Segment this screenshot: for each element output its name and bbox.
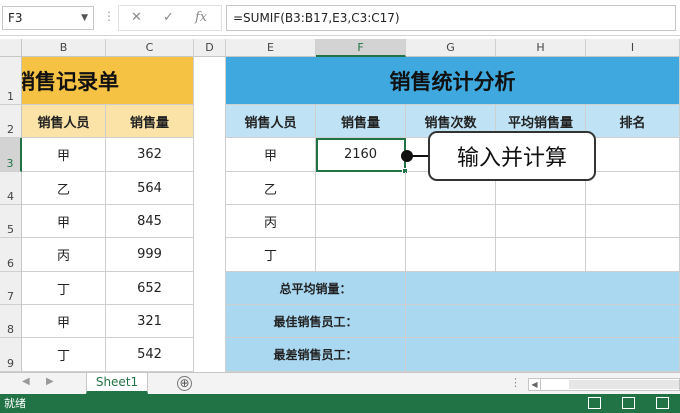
column-header-h[interactable]: H xyxy=(496,39,586,57)
name-box-value: F3 xyxy=(8,11,23,25)
right-header-sales[interactable]: 销售量 xyxy=(316,105,406,138)
scroll-right-icon[interactable]: ▶ xyxy=(46,376,54,387)
select-all-corner[interactable] xyxy=(0,39,22,57)
left-cell-person[interactable]: 丙 xyxy=(22,238,106,272)
left-cell-person[interactable]: 丁 xyxy=(22,338,106,372)
sheet-tab-sheet1[interactable]: Sheet1 xyxy=(86,373,148,394)
left-cell-sales[interactable]: 845 xyxy=(106,205,194,238)
column-header-e[interactable]: E xyxy=(226,39,316,57)
left-cell-person[interactable]: 甲 xyxy=(22,205,106,238)
summary-value-worst[interactable] xyxy=(406,338,680,372)
right-cell-rank[interactable] xyxy=(586,238,680,272)
row-header-5[interactable]: 5 xyxy=(0,205,22,238)
formula-input[interactable]: =SUMIF(B3:B17,E3,C3:C17) xyxy=(226,5,676,31)
chevron-down-icon[interactable]: ▼ xyxy=(81,7,88,29)
page-layout-view-icon[interactable] xyxy=(622,397,635,409)
left-cell-sales[interactable]: 362 xyxy=(106,138,194,172)
right-cell-person[interactable]: 丁 xyxy=(226,238,316,272)
sheet-tab-bar: ◀ ▶ Sheet1 ⊕ ⋮ ◀ xyxy=(0,372,680,394)
right-cell-sales-selected[interactable]: 2160 xyxy=(316,138,406,172)
callout-line xyxy=(410,155,430,157)
summary-label-worst[interactable]: 最差销售员工： xyxy=(226,338,406,372)
right-cell-average[interactable] xyxy=(496,205,586,238)
column-header-d[interactable]: D xyxy=(194,39,226,57)
summary-label-average[interactable]: 总平均销量： xyxy=(226,272,406,305)
left-cell-sales[interactable]: 321 xyxy=(106,305,194,338)
horizontal-scrollbar[interactable]: ◀ xyxy=(528,378,680,391)
summary-label-best[interactable]: 最佳销售员工： xyxy=(226,305,406,338)
left-header-salesperson[interactable]: 销售人员 xyxy=(22,105,106,138)
scroll-left-arrow-icon[interactable]: ◀ xyxy=(529,379,541,390)
left-table-title[interactable]: 销售记录单 xyxy=(22,57,194,105)
summary-value-average[interactable] xyxy=(406,272,680,305)
row-header-3[interactable]: 3 xyxy=(0,138,22,172)
page-break-view-icon[interactable] xyxy=(656,397,669,409)
scrollbar-thumb[interactable] xyxy=(569,380,679,389)
column-d-empty[interactable] xyxy=(194,57,226,372)
left-cell-person[interactable]: 甲 xyxy=(22,305,106,338)
column-header-c[interactable]: C xyxy=(106,39,194,57)
left-cell-sales[interactable]: 652 xyxy=(106,272,194,305)
cancel-icon[interactable]: ✕ xyxy=(131,10,142,25)
right-cell-person[interactable]: 甲 xyxy=(226,138,316,172)
right-table-title[interactable]: 销售统计分析 xyxy=(226,57,680,105)
right-cell-sales[interactable] xyxy=(316,205,406,238)
normal-view-icon[interactable] xyxy=(588,397,601,409)
formula-buttons: ✕ ✓ fx xyxy=(118,5,222,31)
left-cell-person[interactable]: 甲 xyxy=(22,138,106,172)
column-header-i[interactable]: I xyxy=(586,39,680,57)
left-cell-person[interactable]: 丁 xyxy=(22,272,106,305)
right-cell-rank[interactable] xyxy=(586,205,680,238)
status-bar: 就绪 xyxy=(0,394,680,413)
right-cell-count[interactable] xyxy=(406,205,496,238)
left-cell-person[interactable]: 乙 xyxy=(22,172,106,205)
right-cell-person[interactable]: 乙 xyxy=(226,172,316,205)
right-header-rank[interactable]: 排名 xyxy=(586,105,680,138)
right-cell-count[interactable] xyxy=(406,238,496,272)
row-header-6[interactable]: 6 xyxy=(0,238,22,272)
column-header-g[interactable]: G xyxy=(406,39,496,57)
more-options-icon[interactable]: ⋮ xyxy=(103,9,115,23)
add-sheet-icon[interactable]: ⊕ xyxy=(177,376,192,391)
left-cell-sales[interactable]: 564 xyxy=(106,172,194,205)
enter-icon[interactable]: ✓ xyxy=(163,10,174,25)
left-cell-sales[interactable]: 999 xyxy=(106,238,194,272)
tab-split-handle-icon[interactable]: ⋮ xyxy=(510,376,521,389)
right-cell-sales[interactable] xyxy=(316,238,406,272)
row-header-7[interactable]: 7 xyxy=(0,272,22,305)
column-header-f[interactable]: F xyxy=(316,39,406,57)
right-cell-person[interactable]: 丙 xyxy=(226,205,316,238)
name-box[interactable]: F3 ▼ xyxy=(2,6,94,30)
right-header-salesperson[interactable]: 销售人员 xyxy=(226,105,316,138)
row-header-8[interactable]: 8 xyxy=(0,305,22,338)
callout-box: 输入并计算 xyxy=(428,131,596,181)
scroll-left-icon[interactable]: ◀ xyxy=(22,376,30,387)
row-header-1[interactable]: 1 xyxy=(0,57,22,105)
column-header-b[interactable]: B xyxy=(22,39,106,57)
left-header-sales[interactable]: 销售量 xyxy=(106,105,194,138)
callout-text: 输入并计算 xyxy=(456,146,567,171)
right-cell-rank[interactable] xyxy=(586,138,680,172)
row-header-2[interactable]: 2 xyxy=(0,105,22,138)
formula-bar: F3 ▼ ⋮ ✕ ✓ fx =SUMIF(B3:B17,E3,C3:C17) xyxy=(0,0,680,36)
left-cell-sales[interactable]: 542 xyxy=(106,338,194,372)
right-cell-sales[interactable] xyxy=(316,172,406,205)
row-header-4[interactable]: 4 xyxy=(0,172,22,205)
right-cell-rank[interactable] xyxy=(586,172,680,205)
status-text: 就绪 xyxy=(4,397,26,410)
right-cell-average[interactable] xyxy=(496,238,586,272)
row-header-9[interactable]: 9 xyxy=(0,338,22,372)
insert-function-icon[interactable]: fx xyxy=(195,10,207,25)
summary-value-best[interactable] xyxy=(406,305,680,338)
